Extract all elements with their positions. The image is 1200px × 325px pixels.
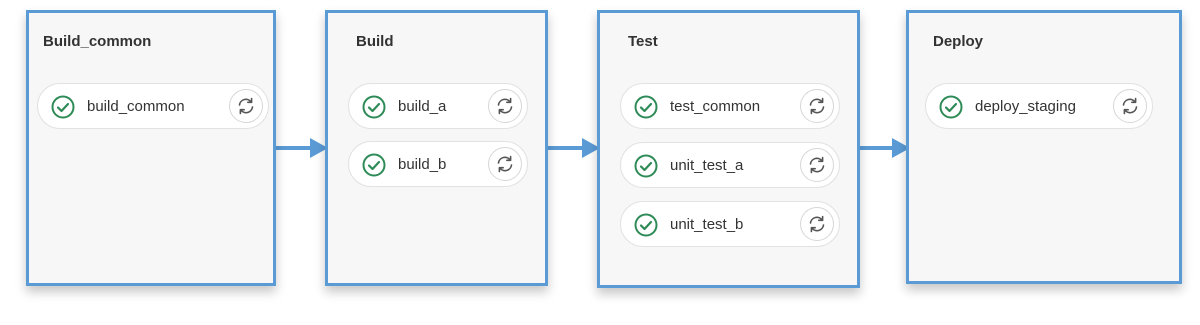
job-deploy-staging[interactable]: deploy_staging [925,83,1153,129]
pipeline-graph: Build_common build_common Build build_a … [0,0,1200,325]
retry-button[interactable] [488,147,522,181]
job-name: deploy_staging [975,98,1076,115]
stage-title: Build [356,33,394,50]
stage-deploy: Deploy deploy_staging [906,10,1182,284]
stage-title: Deploy [933,33,984,50]
job-name: unit_test_b [670,216,744,233]
retry-button[interactable] [800,89,834,123]
job-name: unit_test_a [670,157,744,174]
check-circle-icon [634,213,658,237]
stage-connector-arrow [858,138,910,158]
retry-button[interactable] [229,89,263,123]
retry-button[interactable] [1113,89,1147,123]
retry-icon [809,156,825,174]
job-build-b[interactable]: build_b [348,141,528,187]
retry-icon [238,97,254,115]
retry-icon [1122,97,1138,115]
check-circle-icon [362,95,386,119]
job-name: build_a [398,98,447,115]
check-circle-icon [634,154,658,178]
job-test-common[interactable]: test_common [620,83,840,129]
stage-build: Build build_a build_b [325,10,548,286]
retry-button[interactable] [800,148,834,182]
stage-test: Test test_common unit_test_a unit_test_b [597,10,860,288]
retry-button[interactable] [488,89,522,123]
job-build-a[interactable]: build_a [348,83,528,129]
retry-icon [809,215,825,233]
stage-connector-arrow [274,138,328,158]
check-circle-icon [51,95,75,119]
retry-icon [497,97,513,115]
retry-icon [809,97,825,115]
stage-connector-arrow [546,138,600,158]
job-unit-test-b[interactable]: unit_test_b [620,201,840,247]
job-unit-test-a[interactable]: unit_test_a [620,142,840,188]
job-name: build_common [87,98,185,115]
job-build-common[interactable]: build_common [37,83,269,129]
stage-build-common: Build_common build_common [26,10,276,286]
job-name: build_b [398,156,447,173]
check-circle-icon [634,95,658,119]
retry-icon [497,155,513,173]
job-name: test_common [670,98,761,115]
check-circle-icon [362,153,386,177]
stage-title: Build_common [43,33,152,50]
retry-button[interactable] [800,207,834,241]
check-circle-icon [939,95,963,119]
stage-title: Test [628,33,658,50]
